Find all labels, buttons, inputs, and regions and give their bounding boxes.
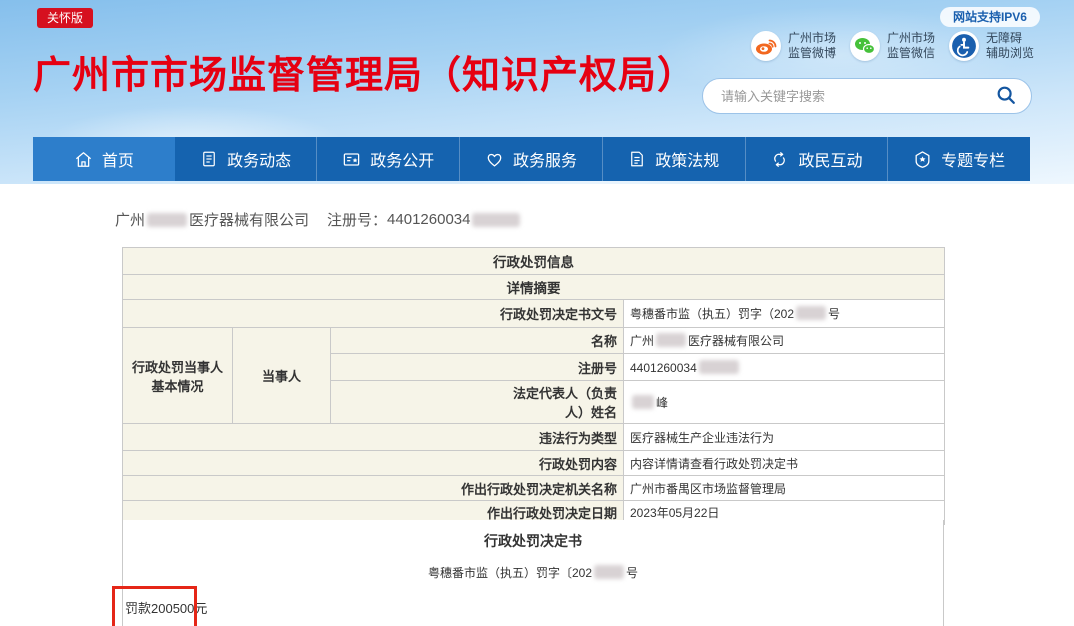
redacted-text <box>656 333 686 347</box>
wechat-link[interactable]: 广州市场 监管微信 <box>850 31 935 61</box>
social-links: 广州市场 监管微博 广州市场 监管微信 <box>751 31 1034 61</box>
wechat-label: 广州市场 监管微信 <box>887 31 935 61</box>
nav-label: 首页 <box>102 147 134 171</box>
legal-rep-value: 峰 <box>624 381 945 424</box>
heart-icon <box>485 150 504 169</box>
decision-document-title: 行政处罚决定书 <box>123 531 943 551</box>
site-title: 广州市市场监督管理局（知识产权局） <box>33 44 696 99</box>
nav-item-gov-services[interactable]: 政务服务 <box>459 137 602 181</box>
reg-no-label: 注册号： <box>327 209 387 230</box>
violation-type-label: 违法行为类型 <box>123 424 624 451</box>
ipv6-support-badge: 网站支持IPV6 <box>940 7 1040 27</box>
nav-label: 政务公开 <box>370 147 434 171</box>
nav-item-gov-disclosure[interactable]: 政务公开 <box>316 137 459 181</box>
redacted-text <box>632 395 654 409</box>
document-icon <box>628 150 646 168</box>
name-value: 广州医疗器械有限公司 <box>624 328 945 354</box>
page: 关怀版 网站支持IPV6 广州市市场监督管理局（知识产权局） 广州市场 监管微博 <box>0 0 1074 626</box>
weibo-label: 广州市场 监管微博 <box>788 31 836 61</box>
authority-label: 作出行政处罚决定机关名称 <box>123 476 624 501</box>
authority-value: 广州市番禺区市场监督管理局 <box>624 476 945 501</box>
legal-rep-label: 法定代表人（负责人）姓名 <box>331 381 624 424</box>
nav-item-gov-news[interactable]: 政务动态 <box>175 137 317 181</box>
nav-item-special-topics[interactable]: 专题专栏 <box>887 137 1030 181</box>
company-name-suffix: 医疗器械有限公司 <box>189 209 309 230</box>
redacted-text <box>147 213 187 227</box>
care-version-badge[interactable]: 关怀版 <box>37 8 93 28</box>
violation-type-value: 医疗器械生产企业违法行为 <box>624 424 945 451</box>
reg-label: 注册号 <box>331 354 624 381</box>
main-nav: 首页 政务动态 政务公开 <box>33 137 1030 181</box>
nav-label: 政策法规 <box>655 147 719 171</box>
reg-value: 4401260034 <box>624 354 945 381</box>
badge-star-icon <box>913 150 932 169</box>
search-input[interactable] <box>721 89 995 104</box>
search-icon <box>995 84 1017 109</box>
card-star-icon <box>342 150 361 169</box>
party-label: 当事人 <box>233 328 331 424</box>
doc-no-value: 粤穗番市监（执五）罚字（202号 <box>624 300 945 328</box>
weibo-icon <box>751 31 781 61</box>
wechat-icon <box>850 31 880 61</box>
penalty-content-label: 行政处罚内容 <box>123 451 624 476</box>
table-subtitle: 详情摘要 <box>123 275 945 300</box>
document-lines-icon <box>200 150 218 168</box>
nav-label: 政务服务 <box>513 147 577 171</box>
party-section-label: 行政处罚当事人基本情况 <box>123 328 233 424</box>
doc-no-label: 行政处罚决定书文号 <box>123 300 624 328</box>
nav-label: 政务动态 <box>227 147 291 171</box>
search-button[interactable] <box>995 84 1017 109</box>
penalty-info-table: 行政处罚信息 详情摘要 行政处罚决定书文号 粤穗番市监（执五）罚字（202号 行… <box>122 247 945 525</box>
reg-no-value: 4401260034 <box>387 211 470 228</box>
table-title: 行政处罚信息 <box>123 248 945 275</box>
nav-label: 专题专栏 <box>941 147 1005 171</box>
interaction-arrows-icon <box>770 150 789 169</box>
decision-document-number: 粤穗番市监（执五）罚字〔202号 <box>123 564 943 581</box>
company-summary-line: 广州 医疗器械有限公司 注册号：4401260034 <box>115 209 522 230</box>
redacted-text <box>796 306 826 320</box>
decision-document-section: 行政处罚决定书 粤穗番市监（执五）罚字〔202号 罚款200500元 <box>122 520 944 626</box>
redacted-text <box>594 565 624 579</box>
redacted-text <box>472 213 520 227</box>
name-label: 名称 <box>331 328 624 354</box>
nav-label: 政民互动 <box>798 147 862 171</box>
nav-item-policies[interactable]: 政策法规 <box>602 137 745 181</box>
penalty-content-value: 内容详情请查看行政处罚决定书 <box>624 451 945 476</box>
search-bar <box>702 78 1032 114</box>
accessibility-icon <box>949 31 979 61</box>
company-name-prefix: 广州 <box>115 209 145 230</box>
accessibility-link[interactable]: 无障碍 辅助浏览 <box>949 31 1034 61</box>
home-icon <box>74 150 93 169</box>
fine-amount-text: 罚款200500元 <box>125 598 207 617</box>
nav-item-interaction[interactable]: 政民互动 <box>745 137 888 181</box>
redacted-text <box>699 360 739 374</box>
weibo-link[interactable]: 广州市场 监管微博 <box>751 31 836 61</box>
accessibility-label: 无障碍 辅助浏览 <box>986 31 1034 61</box>
nav-item-home[interactable]: 首页 <box>33 137 175 181</box>
